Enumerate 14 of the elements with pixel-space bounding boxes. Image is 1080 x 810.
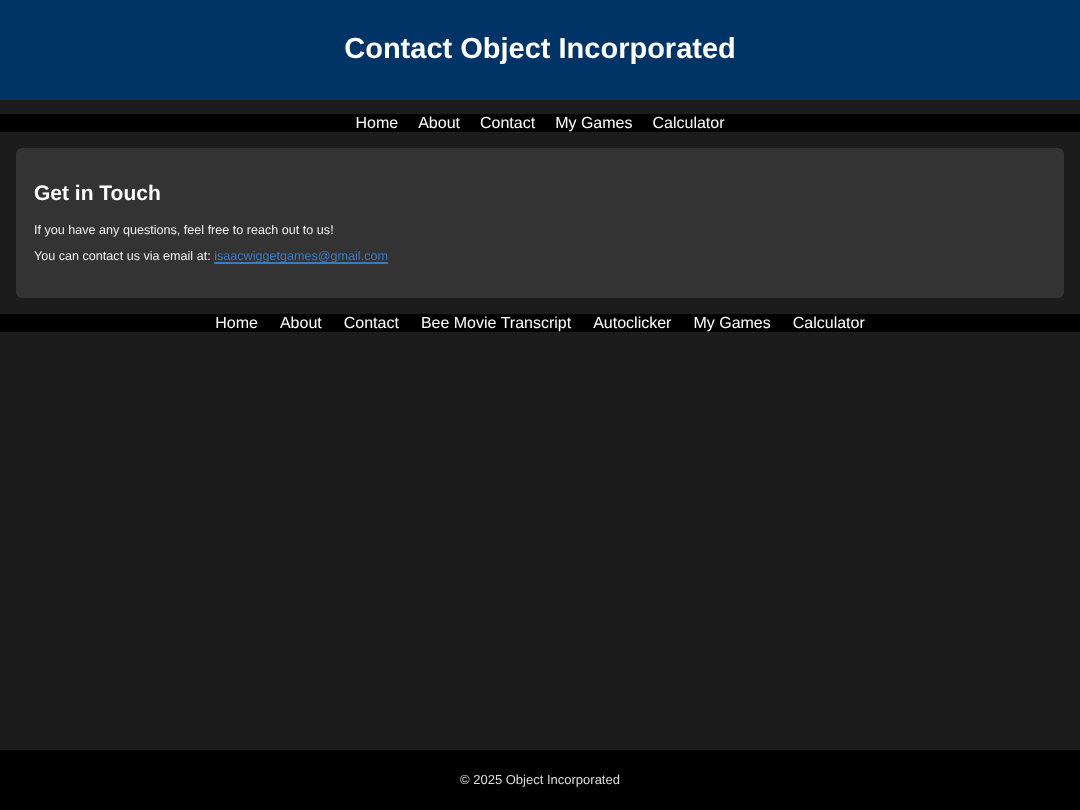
nav-link[interactable]: Home — [215, 314, 258, 332]
nav-link[interactable]: Bee Movie Transcript — [420, 314, 572, 332]
nav-link[interactable]: About — [418, 114, 460, 132]
nav-link[interactable]: My Games — [555, 114, 633, 132]
page-title: Contact Object Incorporated — [344, 34, 736, 66]
nav-link[interactable]: Contact — [343, 314, 399, 332]
nav-link[interactable]: Contact — [479, 114, 536, 132]
card-heading: Get in Touch — [34, 182, 163, 206]
nav-link[interactable]: My Games — [693, 314, 771, 332]
nav-link[interactable]: Autoclicker — [593, 314, 672, 332]
nav-link[interactable]: Calculator — [792, 314, 865, 332]
nav-link[interactable]: Calculator — [652, 114, 725, 132]
nav-link[interactable]: About — [279, 314, 322, 332]
nav-link[interactable]: Home — [355, 114, 399, 132]
